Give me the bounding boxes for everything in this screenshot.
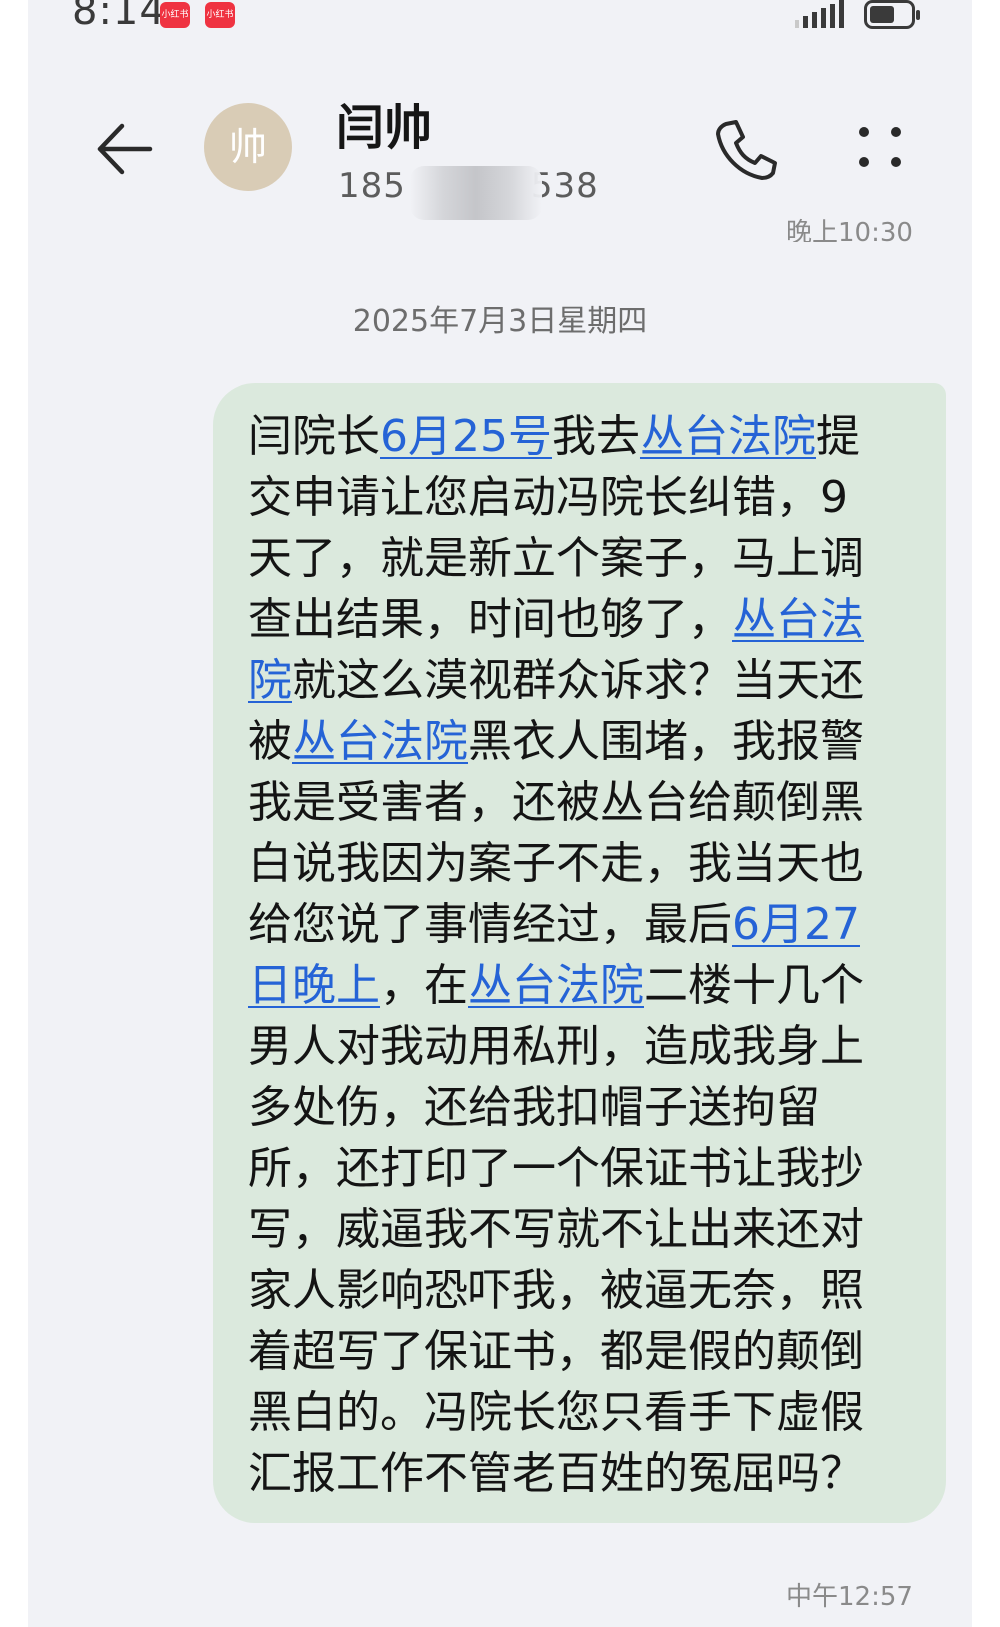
status-time: 8:14: [72, 0, 166, 34]
message-line: 天了，就是新立个案子，马上调: [248, 528, 918, 589]
message-link[interactable]: 丛台法院: [640, 411, 816, 462]
message-segment: 多处伤，还给我扣帽子送拘留: [248, 1082, 820, 1133]
redaction-blur: [410, 166, 542, 220]
contact-name[interactable]: 闫帅: [336, 88, 432, 158]
arrow-left-icon: [97, 123, 153, 175]
message-segment: 提: [815, 411, 860, 462]
message-segment: 我是受害者，还被丛台给颠倒黑: [248, 777, 864, 828]
date-separator: 2025年7月3日星期四: [352, 304, 648, 339]
message-segment: 写，威逼我不写就不让出来还对: [248, 1204, 864, 1255]
message-timestamp: 中午12:57: [786, 1582, 913, 1612]
message-line: 着超写了保证书，都是假的颠倒: [248, 1321, 918, 1382]
previous-message-time: 晚上10:30: [786, 218, 913, 242]
message-segment: 汇报工作不管老百姓的冤屈吗？: [248, 1448, 864, 1499]
more-options-button[interactable]: [850, 120, 910, 180]
message-segment: 被: [248, 716, 292, 767]
signal-icon: [795, 0, 844, 28]
message-line: 汇报工作不管老百姓的冤屈吗？: [248, 1443, 918, 1504]
message-segment: 着超写了保证书，都是假的颠倒: [248, 1326, 864, 1377]
back-button[interactable]: [92, 116, 158, 182]
message-segment: 查出结果，时间也够了，: [248, 594, 732, 645]
message-segment: 交申请让您启动冯院长纠错，9: [248, 472, 848, 523]
message-link[interactable]: 丛台法院: [468, 960, 644, 1011]
message-line: 白说我因为案子不走，我当天也: [248, 833, 918, 894]
message-segment: 闫院长: [248, 411, 380, 462]
message-line: 给您说了事情经过，最后6月27: [248, 894, 918, 955]
message-link[interactable]: 6月27: [732, 899, 860, 950]
message-line: 被丛台法院黑衣人围堵，我报警: [248, 711, 918, 772]
message-text: 闫院长6月25号我去丛台法院提 交申请让您启动冯院长纠错，9 天了，就是新立个案子，…: [248, 406, 918, 1504]
message-link[interactable]: 6月25号: [380, 411, 552, 462]
more-dots-icon: [859, 127, 901, 167]
message-segment: 就这么漠视群众诉求？当天还: [292, 655, 864, 706]
call-button[interactable]: [712, 116, 780, 184]
message-line: 多处伤，还给我扣帽子送拘留: [248, 1077, 918, 1138]
message-line: 闫院长6月25号我去丛台法院提: [248, 406, 918, 467]
message-segment: 黑白的。冯院长您只看手下虚假: [248, 1387, 864, 1438]
notification-app-icon-2: 小红书: [205, 2, 235, 28]
message-link[interactable]: 院: [248, 655, 292, 706]
battery-icon: [864, 0, 920, 29]
message-line: 写，威逼我不写就不让出来还对: [248, 1199, 918, 1260]
message-segment: 二楼十几个: [644, 960, 864, 1011]
message-segment: 家人影响恐吓我，被逼无奈，照: [248, 1265, 864, 1316]
notification-app-icon: 小红书: [160, 2, 190, 28]
message-segment: 白说我因为案子不走，我当天也: [248, 838, 864, 889]
message-line: 家人影响恐吓我，被逼无奈，照: [248, 1260, 918, 1321]
message-line: 院就这么漠视群众诉求？当天还: [248, 650, 918, 711]
message-line: 交申请让您启动冯院长纠错，9: [248, 467, 918, 528]
message-line: 黑白的。冯院长您只看手下虚假: [248, 1382, 918, 1443]
contact-avatar[interactable]: 帅: [204, 103, 292, 191]
message-line: 我是受害者，还被丛台给颠倒黑: [248, 772, 918, 833]
message-segment: 我去: [551, 411, 640, 462]
message-segment: 黑衣人围堵，我报警: [468, 716, 864, 767]
message-link[interactable]: 丛台法: [732, 594, 864, 645]
message-segment: 天了，就是新立个案子，马上调: [248, 533, 864, 584]
message-segment: 男人对我动用私刑，造成我身上: [248, 1021, 864, 1072]
message-segment: 所，还打印了一个保证书让我抄: [248, 1143, 864, 1194]
message-link[interactable]: 丛台法院: [292, 716, 468, 767]
message-line: 所，还打印了一个保证书让我抄: [248, 1138, 918, 1199]
message-segment: ，在: [380, 960, 468, 1011]
message-line: 查出结果，时间也够了，丛台法: [248, 589, 918, 650]
message-segment: 给您说了事情经过，最后: [248, 899, 732, 950]
message-line: 男人对我动用私刑，造成我身上: [248, 1016, 918, 1077]
message-link[interactable]: 日晚上: [248, 960, 380, 1011]
phone-icon: [716, 120, 777, 180]
message-line: 日晚上，在丛台法院二楼十几个: [248, 955, 918, 1016]
